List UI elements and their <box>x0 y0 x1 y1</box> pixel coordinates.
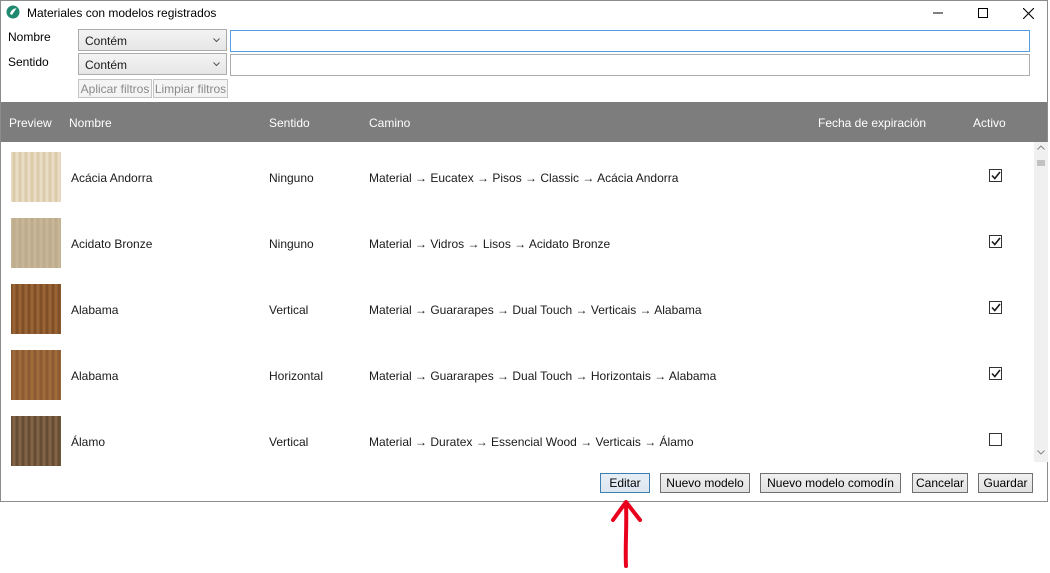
activo-checkbox[interactable] <box>989 433 1002 446</box>
material-preview-image <box>11 152 61 202</box>
row-camino: Material → Duratex → Essencial Wood → Ve… <box>369 435 694 449</box>
clear-filters-button[interactable]: Limpiar filtros <box>153 79 228 98</box>
maximize-button[interactable] <box>960 1 1006 25</box>
column-header-sentido[interactable]: Sentido <box>269 116 310 130</box>
row-camino: Material → Guararapes → Dual Touch → Hor… <box>369 369 717 383</box>
nombre-filter-mode-select[interactable]: Contém <box>78 29 227 51</box>
row-sentido: Horizontal <box>269 369 324 383</box>
cancelar-button[interactable]: Cancelar <box>912 473 968 493</box>
table-row[interactable]: Acácia Andorra Ninguno Material → Eucate… <box>1 143 1034 209</box>
activo-checkbox[interactable] <box>989 169 1002 182</box>
editar-button[interactable]: Editar <box>600 473 650 493</box>
title-bar[interactable]: Materiales con modelos registrados <box>1 1 1047 25</box>
material-preview-image <box>11 350 61 400</box>
scrollbar-thumb[interactable] <box>1037 160 1045 166</box>
table-row[interactable]: Álamo Vertical Material → Duratex → Esse… <box>1 407 1034 473</box>
row-nombre: Alabama <box>71 303 119 317</box>
row-camino: Material → Vidros → Lisos → Acidato Bron… <box>369 237 611 251</box>
chevron-down-icon <box>213 62 220 67</box>
sentido-filter-input[interactable] <box>230 54 1030 76</box>
table-row[interactable]: Alabama Vertical Material → Guararapes →… <box>1 275 1034 341</box>
material-preview-image <box>11 218 61 268</box>
row-nombre: Alabama <box>71 369 119 383</box>
nombre-label: Nombre <box>8 30 51 44</box>
checkmark-icon <box>990 171 1001 180</box>
app-logo-icon <box>6 5 20 19</box>
minimize-icon <box>933 12 943 14</box>
row-camino: Material → Guararapes → Dual Touch → Ver… <box>369 303 702 317</box>
activo-checkbox[interactable] <box>989 301 1002 314</box>
activo-checkbox[interactable] <box>989 235 1002 248</box>
sentido-filter-text[interactable] <box>231 55 1029 75</box>
row-camino: Material → Eucatex → Pisos → Classic → A… <box>369 171 679 185</box>
row-nombre: Álamo <box>71 435 106 449</box>
material-preview-image <box>11 416 61 466</box>
row-sentido: Ninguno <box>269 237 314 251</box>
close-button[interactable] <box>1005 1 1050 25</box>
nombre-filter-text[interactable] <box>231 31 1029 51</box>
apply-filters-button[interactable]: Aplicar filtros <box>78 79 152 98</box>
nuevo-modelo-button[interactable]: Nuevo modelo <box>660 473 750 493</box>
column-header-activo[interactable]: Activo <box>973 116 1006 130</box>
row-sentido: Vertical <box>269 303 309 317</box>
activo-checkbox[interactable] <box>989 367 1002 380</box>
window-title: Materiales con modelos registrados <box>27 6 217 20</box>
grid-scrollbar[interactable] <box>1034 142 1048 462</box>
checkmark-icon <box>990 303 1001 312</box>
scroll-up-arrow-icon[interactable] <box>1037 145 1045 150</box>
row-nombre: Acácia Andorra <box>71 171 153 185</box>
column-header-preview[interactable]: Preview <box>9 116 52 130</box>
table-row[interactable]: Alabama Horizontal Material → Guararapes… <box>1 341 1034 407</box>
checkmark-icon <box>990 237 1001 246</box>
nombre-filter-mode-value: Contém <box>85 34 128 48</box>
column-header-fecha[interactable]: Fecha de expiración <box>818 116 926 130</box>
scroll-down-arrow-icon[interactable] <box>1037 450 1045 455</box>
nombre-filter-input[interactable] <box>230 30 1030 52</box>
sentido-label: Sentido <box>8 55 49 69</box>
checkmark-icon <box>990 369 1001 378</box>
close-icon <box>1022 7 1034 19</box>
grid-header: Preview Nombre Sentido Camino Fecha de e… <box>1 102 1047 142</box>
minimize-button[interactable] <box>915 1 961 25</box>
annotation-arrow-icon <box>611 500 642 568</box>
row-sentido: Vertical <box>269 435 309 449</box>
guardar-button[interactable]: Guardar <box>978 473 1033 493</box>
row-sentido: Ninguno <box>269 171 314 185</box>
sentido-filter-mode-select[interactable]: Contém <box>78 53 227 75</box>
table-row[interactable]: Acidato Bronze Ninguno Material → Vidros… <box>1 209 1034 275</box>
material-preview-image <box>11 284 61 334</box>
nuevo-modelo-comodin-button[interactable]: Nuevo modelo comodín <box>760 473 901 493</box>
row-nombre: Acidato Bronze <box>71 237 153 251</box>
sentido-filter-mode-value: Contém <box>85 58 128 72</box>
chevron-down-icon <box>213 38 220 43</box>
maximize-icon <box>978 8 988 18</box>
column-header-camino[interactable]: Camino <box>369 116 410 130</box>
column-header-nombre[interactable]: Nombre <box>69 116 112 130</box>
